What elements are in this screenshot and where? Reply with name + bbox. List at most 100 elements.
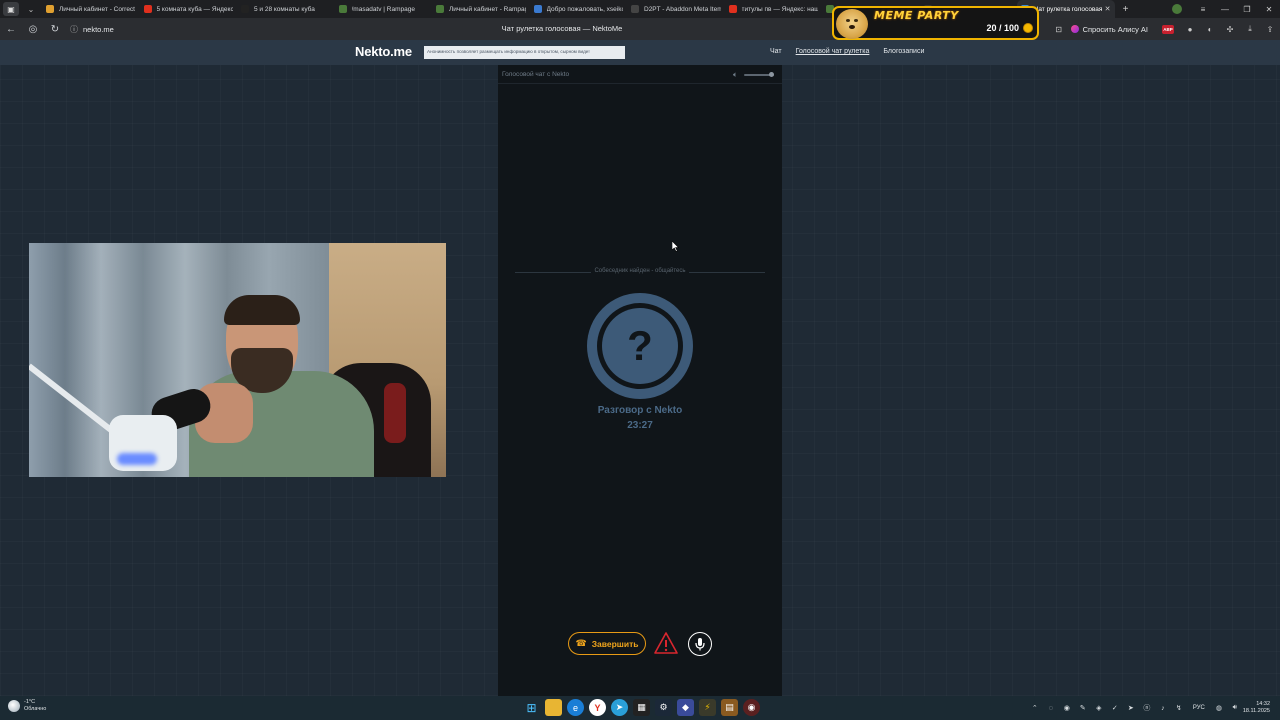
explorer-icon[interactable] (545, 699, 562, 716)
new-tab-button[interactable]: + (1119, 4, 1133, 15)
site-header: Nekto.me Анонимность позволяет размещать… (0, 40, 1280, 65)
tab-title: /masadatv | Rampage (351, 5, 415, 13)
app-icon[interactable]: ◆ (677, 699, 694, 716)
maximize-button[interactable]: ❐ (1236, 5, 1258, 14)
toolbar-right: ⊡ Спросить Алису AI ABP ● ◐ ✣ ⤓ ⇪ (1049, 18, 1280, 40)
volume-icon[interactable]: 🔈︎ (733, 70, 738, 80)
tab-favicon-icon (631, 5, 639, 13)
windows-taskbar: -1°C Облачно ⊞ e Y ➤ ▦ ⚙ ◆ ⚡ ▤ ◉ ⌃ ◌ ◉ ✎… (0, 696, 1280, 720)
partner-avatar: ? (587, 293, 693, 399)
telegram-icon[interactable]: ➤ (611, 699, 628, 716)
browser-tab[interactable]: Добро пожаловать, xseiko (530, 0, 628, 18)
system-tray: ⌃ ◌ ◉ ✎ ◈ ✓ ➤ ⓝ ♪ ↯ РУС ◍ 🔊︎ 14:32 18.11… (1027, 696, 1280, 720)
browser-tab[interactable]: титулы пв — Яндекс: нашл (725, 0, 823, 18)
puzzle-icon[interactable]: ✣ (1220, 25, 1240, 34)
browser-menu-button[interactable]: ≡ (1192, 5, 1214, 14)
yandex-browser-icon[interactable]: Y (589, 699, 606, 716)
download-icon[interactable]: ⤓ (1240, 24, 1260, 34)
tab-title: D2PT - Abaddon Meta Items (644, 5, 721, 13)
tab-title: титулы пв — Яндекс: нашл (741, 5, 819, 13)
phone-hangup-icon: ☎ (575, 638, 587, 648)
adblock-icon[interactable]: ABP (1162, 24, 1174, 34)
start-icon[interactable]: ⊞ (523, 699, 540, 716)
browser-tab[interactable]: /masadatv | Rampage (335, 0, 433, 18)
tab-favicon-icon (533, 5, 542, 13)
browser-tab[interactable]: 5 и 28 комнаты куба (237, 0, 335, 18)
bookmark-icon[interactable]: ⊡ (1049, 25, 1069, 34)
app-icon-2[interactable]: ⚡ (699, 699, 716, 716)
ask-alice-button[interactable]: Спросить Алису AI (1070, 25, 1148, 34)
tab-list-chevron-icon[interactable]: ⌄ (24, 5, 38, 14)
tab-close-icon[interactable]: ✕ (1105, 5, 1111, 13)
share-icon[interactable]: ⇪ (1260, 25, 1280, 34)
extension-icon[interactable]: ● (1180, 25, 1200, 34)
site-menu-item[interactable]: Голосовой чат рулетка (796, 48, 870, 55)
clock-date: 18.11.2025 (1242, 708, 1270, 714)
tab-title: Личный кабинет - Rampage (449, 5, 526, 13)
tray-network-icon[interactable]: ◍ (1211, 704, 1227, 712)
tab-title: Чат рулетка голосовая (1034, 5, 1103, 13)
tray-telegram-icon[interactable]: ➤ (1123, 704, 1139, 712)
close-window-button[interactable]: ✕ (1258, 5, 1280, 14)
tab-favicon-icon (241, 5, 249, 13)
tab-favicon-icon (46, 5, 54, 13)
meme-party-title: MEME PARTY (874, 9, 959, 22)
taskbar-apps: ⊞ e Y ➤ ▦ ⚙ ◆ ⚡ ▤ ◉ (523, 699, 760, 716)
extension-icon-2[interactable]: ◐ (1200, 25, 1220, 34)
tray-speaker-icon[interactable]: 🔊︎ (1227, 704, 1243, 712)
taskbar-clock[interactable]: 14:32 18.11.2025 (1243, 701, 1270, 715)
tray-icon-2[interactable]: ◉ (1059, 704, 1075, 712)
tray-icon-6[interactable]: ⓝ (1139, 703, 1155, 713)
obs-icon[interactable]: ▦ (633, 699, 650, 716)
microphone-button[interactable] (688, 632, 712, 656)
browser-tab[interactable]: 5 комната куба — Яндекс (140, 0, 238, 18)
app-icon-4[interactable]: ◉ (743, 699, 760, 716)
browser-tab[interactable]: Личный кабинет - Rampage (432, 0, 530, 18)
end-call-label: Завершить (591, 638, 639, 649)
language-indicator[interactable]: РУС (1193, 705, 1205, 711)
tab-favicon-icon (728, 5, 737, 13)
meme-party-count: 20 / 100 (986, 23, 1019, 33)
weather-temp: -1°C (24, 699, 36, 705)
browser-tab[interactable]: D2PT - Abaddon Meta Items (627, 0, 725, 18)
weather-desc: Облачно (24, 706, 47, 712)
steam-icon[interactable]: ⚙ (655, 699, 672, 716)
browser-menu-icon[interactable]: ▣ (3, 2, 19, 16)
weather-widget[interactable]: -1°C Облачно (8, 699, 46, 713)
cloud-icon (8, 700, 20, 712)
end-call-button[interactable]: ☎ Завершить (568, 632, 646, 655)
tray-icon-5[interactable]: ✓ (1107, 704, 1123, 712)
mouse-cursor-icon (672, 241, 680, 252)
tray-icon-1[interactable]: ◌ (1043, 705, 1059, 712)
volume-slider-handle[interactable] (769, 72, 774, 77)
app-icon-3[interactable]: ▤ (721, 699, 738, 716)
talk-label: Разговор с Nekto (597, 405, 683, 416)
question-icon: ? (602, 308, 678, 384)
browser-tab[interactable]: Личный кабинет - Correct (42, 0, 140, 18)
coin-icon (1023, 23, 1033, 33)
profile-icon[interactable] (1172, 4, 1182, 14)
tray-mic-icon[interactable]: ♪ (1155, 705, 1171, 712)
voice-chat-panel: Голосовой чат с Nekto 🔈︎ Собеседник найд… (498, 65, 782, 696)
site-menu: Чат Голосовой чат рулетка Блогозаписи (770, 48, 924, 55)
tab-favicon-icon (338, 5, 347, 13)
tab-title: Личный кабинет - Correct (59, 5, 135, 13)
tray-icon-7[interactable]: ↯ (1171, 704, 1187, 712)
chat-header: Голосовой чат с Nekto (498, 65, 782, 84)
tray-icon-3[interactable]: ✎ (1075, 704, 1091, 712)
report-warning-icon[interactable] (654, 631, 678, 655)
tab-favicon-icon (436, 5, 444, 13)
edge-icon[interactable]: e (567, 699, 584, 716)
site-menu-item[interactable]: Блогозаписи (883, 48, 924, 55)
meme-party-widget[interactable]: MEME PARTY 20 / 100 (832, 6, 1039, 40)
tab-title: 5 комната куба — Яндекс (156, 5, 234, 13)
minimize-button[interactable]: — (1214, 5, 1236, 14)
site-menu-item[interactable]: Чат (770, 48, 782, 55)
tab-title: 5 и 28 комнаты куба (254, 5, 315, 13)
tray-expand-icon[interactable]: ⌃ (1027, 704, 1043, 712)
site-notice: Анонимность позволяет размещать информац… (424, 46, 625, 59)
tray-icon-4[interactable]: ◈ (1091, 704, 1107, 712)
site-logo[interactable]: Nekto.me (355, 44, 412, 59)
weather-text: -1°C Облачно (24, 699, 46, 713)
window-controls: ≡ — ❐ ✕ (1172, 0, 1280, 18)
